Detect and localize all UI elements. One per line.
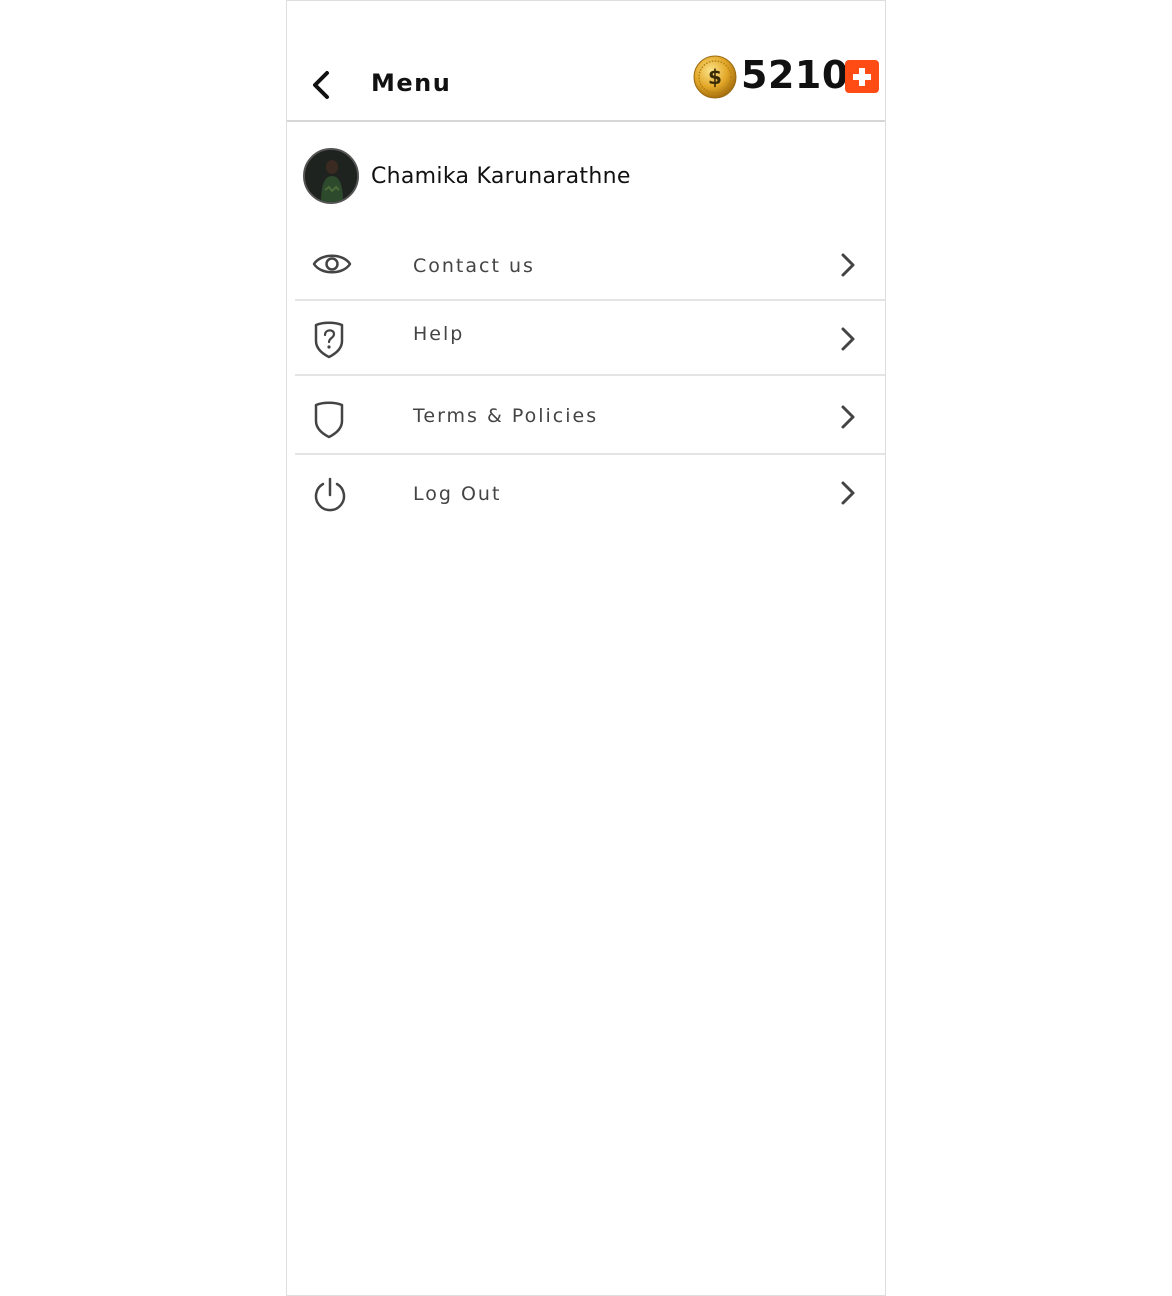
chevron-left-icon <box>313 71 329 99</box>
chevron-right-icon <box>841 327 855 351</box>
chevron-right-icon <box>841 481 855 505</box>
menu-item-label: Help <box>413 323 465 345</box>
back-button[interactable] <box>303 65 339 105</box>
coin-icon: $ <box>693 55 737 99</box>
menu-item-log-out[interactable]: Log Out <box>295 471 885 527</box>
chevron-right-icon <box>841 405 855 429</box>
plus-icon <box>853 67 871 86</box>
coin-balance: 5210 <box>741 53 849 97</box>
menu-item-label: Log Out <box>413 483 502 505</box>
power-icon <box>314 477 346 512</box>
menu-item-terms-policies[interactable]: Terms & Policies <box>295 393 885 449</box>
profile-row[interactable]: Chamika Karunarathne <box>303 146 631 206</box>
user-name: Chamika Karunarathne <box>371 163 631 189</box>
divider <box>295 453 885 455</box>
menu-item-label: Terms & Policies <box>413 405 599 427</box>
chevron-right-icon <box>841 253 855 277</box>
divider <box>295 299 885 301</box>
menu-screen: Menu $ 5210 Chamika Karunarathne Contact… <box>286 0 886 1296</box>
divider <box>295 374 885 376</box>
page-title: Menu <box>371 69 452 97</box>
add-coins-button[interactable] <box>845 60 879 93</box>
svg-text:$: $ <box>708 65 722 89</box>
menu-item-contact-us[interactable]: Contact us <box>295 241 885 297</box>
shield-question-icon <box>314 321 344 359</box>
avatar <box>303 148 359 204</box>
shield-icon <box>314 401 344 439</box>
menu-item-help[interactable]: Help <box>295 313 885 369</box>
menu-item-label: Contact us <box>413 255 535 277</box>
eye-icon <box>312 254 352 274</box>
app-header: Menu $ 5210 <box>287 1 885 122</box>
